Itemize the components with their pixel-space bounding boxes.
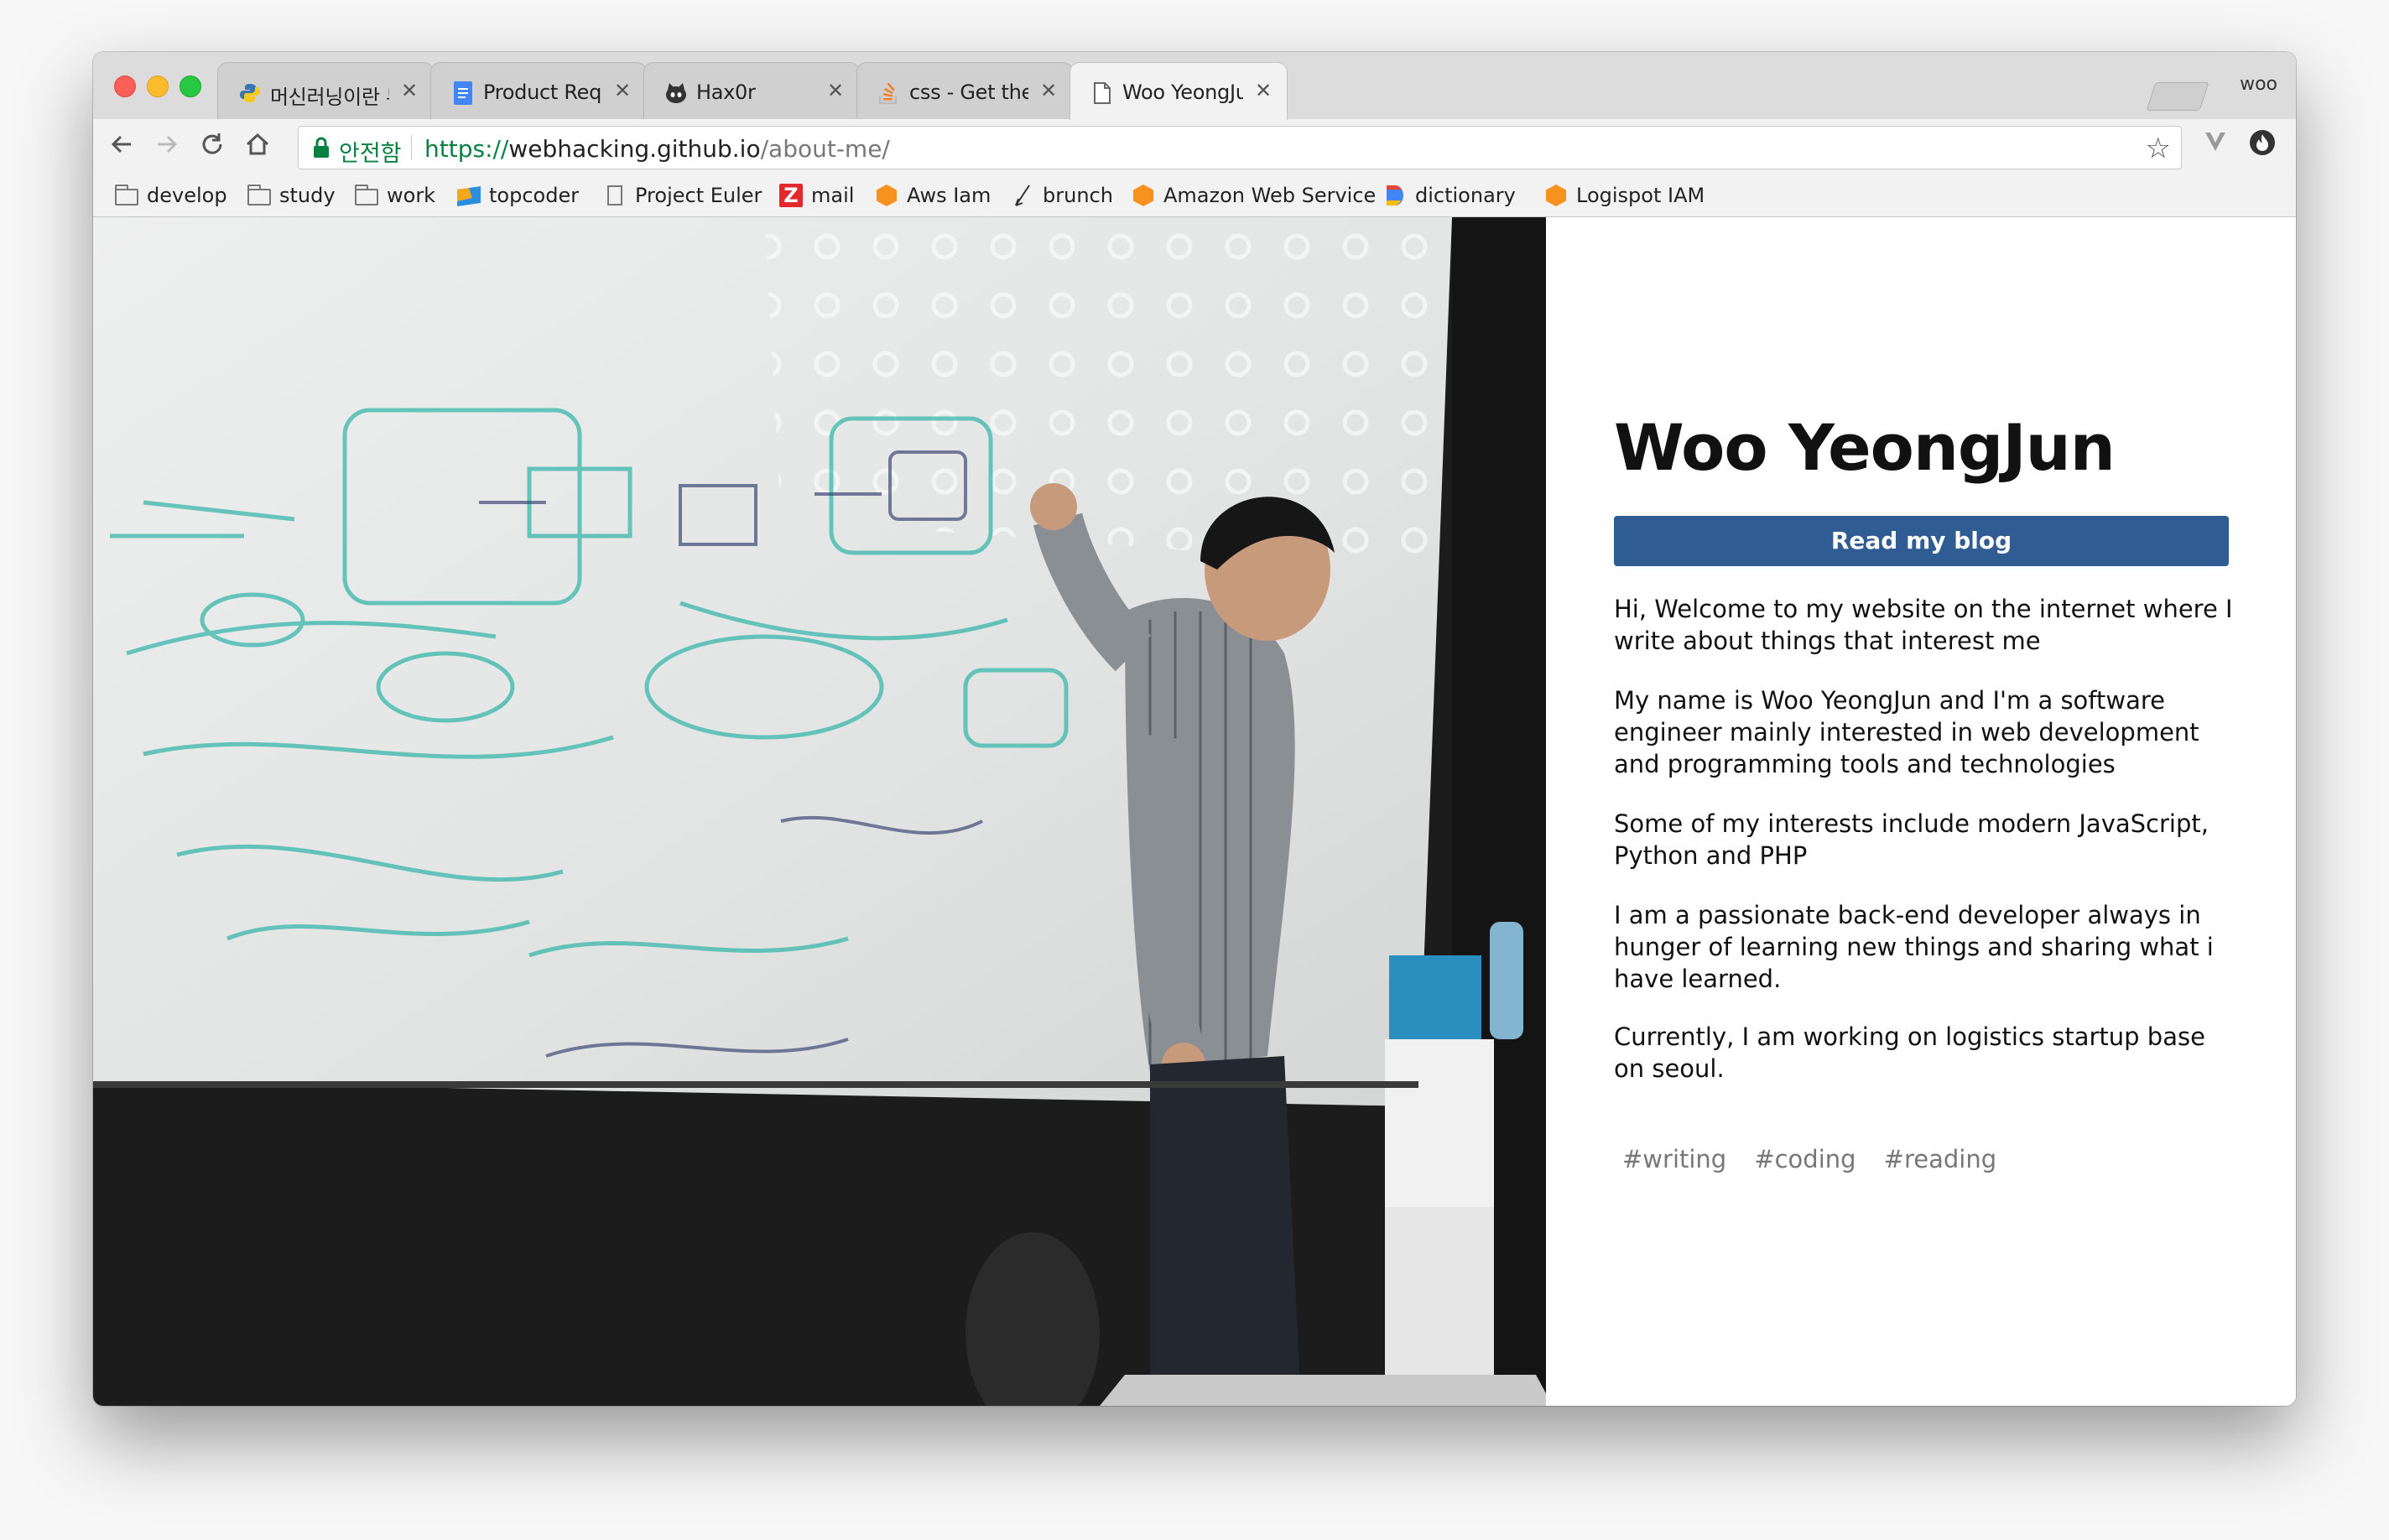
address-bar[interactable]: 안전함 https://webhacking.github.io/about-m… <box>298 126 2182 169</box>
bookmark-mail[interactable]: Zmail <box>778 181 854 210</box>
url-text[interactable]: https://webhacking.github.io/about-me/ <box>424 135 890 163</box>
bookmark-label: work <box>387 184 436 207</box>
tag-reading[interactable]: #reading <box>1876 1142 2005 1177</box>
bookmark-label: dictionary <box>1415 184 1516 207</box>
tab-close-icon[interactable]: ✕ <box>825 80 846 103</box>
bookmark-project-euler[interactable]: Project Euler <box>601 181 762 210</box>
url-scheme: https:// <box>424 135 509 163</box>
zmail-icon: Z <box>779 184 803 207</box>
secure-label[interactable]: 안전함 <box>339 135 402 168</box>
bio-paragraph: My name is Woo YeongJun and I'm a softwa… <box>1614 686 2199 778</box>
toolbar: 안전함 https://webhacking.github.io/about-m… <box>93 119 2296 174</box>
tag-writing[interactable]: #writing <box>1614 1142 1735 1177</box>
intro-paragraph: Hi, Welcome to my website on the interne… <box>1614 595 2233 655</box>
bookmark-label: Project Euler <box>635 184 763 207</box>
bookmark-label: topcoder <box>489 184 580 207</box>
octocat-icon <box>664 81 688 105</box>
tab-title: Hax0r <box>696 81 756 104</box>
page-content: Woo YeongJun Read my blog Hi, Welcome to… <box>93 217 2296 1406</box>
bookmark-star-icon[interactable]: ☆ <box>2146 132 2171 165</box>
folder-icon <box>355 185 378 206</box>
tab-css-device-width[interactable]: css - Get the device width in javascript… <box>856 62 1073 120</box>
tab-title: Product Requirement Document <box>483 81 602 104</box>
interests-paragraph: Some of my interests include modern Java… <box>1614 809 2209 870</box>
tab-close-icon[interactable]: ✕ <box>1253 80 1273 103</box>
whiteboard-photo-illustration <box>93 217 1546 1406</box>
bookmark-label: brunch <box>1043 184 1113 207</box>
back-button[interactable] <box>105 131 138 164</box>
tab-close-icon[interactable]: ✕ <box>612 80 632 103</box>
bookmark-label: Aws Iam <box>907 184 992 207</box>
google-docs-icon <box>451 81 475 105</box>
forward-button[interactable] <box>150 131 184 164</box>
bookmark-label: Logispot IAM <box>1576 184 1705 207</box>
current-work-paragraph: Currently, I am working on logistics sta… <box>1614 1022 2205 1083</box>
tab-strip: 머신러닝이란 무엇인가? - Kilho Kim ✕ Product Requi… <box>93 52 2296 120</box>
page-icon <box>1090 81 1114 105</box>
topcoder-icon <box>455 185 482 206</box>
flame-extension-icon[interactable] <box>2246 129 2279 163</box>
back-arrow-icon <box>111 135 131 153</box>
bookmark-label: study <box>279 184 336 207</box>
bookmark-label: mail <box>811 184 855 207</box>
dictionary-icon <box>1382 185 1408 206</box>
read-blog-button[interactable]: Read my blog <box>1614 516 2229 566</box>
bookmark-label: Amazon Web Services <box>1163 184 1375 207</box>
tab-close-icon[interactable]: ✕ <box>1038 80 1059 103</box>
aws-icon <box>1546 185 1566 206</box>
tab-hax0r[interactable]: Hax0r ✕ <box>643 62 860 120</box>
bookmark-aws-iam[interactable]: Aws Iam <box>873 181 991 210</box>
brunch-icon <box>1009 185 1036 206</box>
profile-name[interactable]: woo <box>2240 74 2277 95</box>
window-minimize-button[interactable] <box>147 75 169 97</box>
bookmark-amazon-web-services[interactable]: Amazon Web Services <box>1130 181 1375 210</box>
new-tab-button[interactable] <box>2146 82 2209 111</box>
tab-product-requirement[interactable]: Product Requirement Document ✕ <box>430 62 647 120</box>
omnibox-divider <box>411 135 412 160</box>
bookmark-topcoder[interactable]: topcoder <box>455 181 579 210</box>
window-maximize-button[interactable] <box>180 75 201 97</box>
passion-paragraph: I am a passionate back-end developer alw… <box>1614 901 2214 993</box>
tab-close-icon[interactable]: ✕ <box>399 80 419 103</box>
vivaldi-extension-icon[interactable] <box>2199 129 2232 163</box>
python-icon <box>238 81 262 105</box>
url-path: /about-me/ <box>760 135 890 163</box>
tab-title: css - Get the device width in javascript <box>909 81 1028 104</box>
home-button[interactable] <box>241 131 274 164</box>
page-title: Woo YeongJun <box>1614 410 2116 485</box>
tag-list: #writing #coding #reading <box>1614 1142 2235 1177</box>
tab-woo-yeongjun[interactable]: Woo YeongJun ✕ <box>1070 62 1288 120</box>
bookmark-dictionary[interactable]: dictionary <box>1382 181 1516 210</box>
forward-arrow-icon <box>158 135 178 153</box>
browser-window: 머신러닝이란 무엇인가? - Kilho Kim ✕ Product Requi… <box>93 52 2296 1406</box>
page-icon <box>607 185 622 206</box>
aws-icon <box>877 185 897 206</box>
bookmark-logispot-iam[interactable]: Logispot IAM <box>1543 181 1705 210</box>
folder-icon <box>115 185 138 206</box>
reload-button[interactable] <box>195 131 229 164</box>
cookie-extension-icon[interactable] <box>2293 129 2296 163</box>
home-icon <box>246 133 269 155</box>
bookmarks-bar: develop study work topcoder Project Eule… <box>93 174 2296 217</box>
hero-photo <box>93 217 1546 1406</box>
folder-icon <box>247 185 271 206</box>
lock-icon <box>314 137 329 158</box>
window-close-button[interactable] <box>114 75 136 97</box>
bookmark-study[interactable]: study <box>246 181 336 210</box>
tab-kilho-kim[interactable]: 머신러닝이란 무엇인가? - Kilho Kim ✕ <box>217 62 434 120</box>
bookmark-develop[interactable]: develop <box>113 181 227 210</box>
reload-icon <box>202 133 222 154</box>
bookmark-brunch[interactable]: brunch <box>1009 181 1113 210</box>
bookmark-work[interactable]: work <box>353 181 435 210</box>
aws-icon <box>1133 185 1153 206</box>
tag-coding[interactable]: #coding <box>1746 1142 1864 1177</box>
about-sidebar: Woo YeongJun Read my blog Hi, Welcome to… <box>1546 217 2296 1406</box>
stackoverflow-icon <box>877 81 901 105</box>
url-host: webhacking.github.io <box>508 135 761 163</box>
tab-title: 머신러닝이란 무엇인가? - Kilho Kim <box>270 86 389 106</box>
bookmark-label: develop <box>147 184 227 207</box>
tab-title: Woo YeongJun <box>1122 81 1243 104</box>
